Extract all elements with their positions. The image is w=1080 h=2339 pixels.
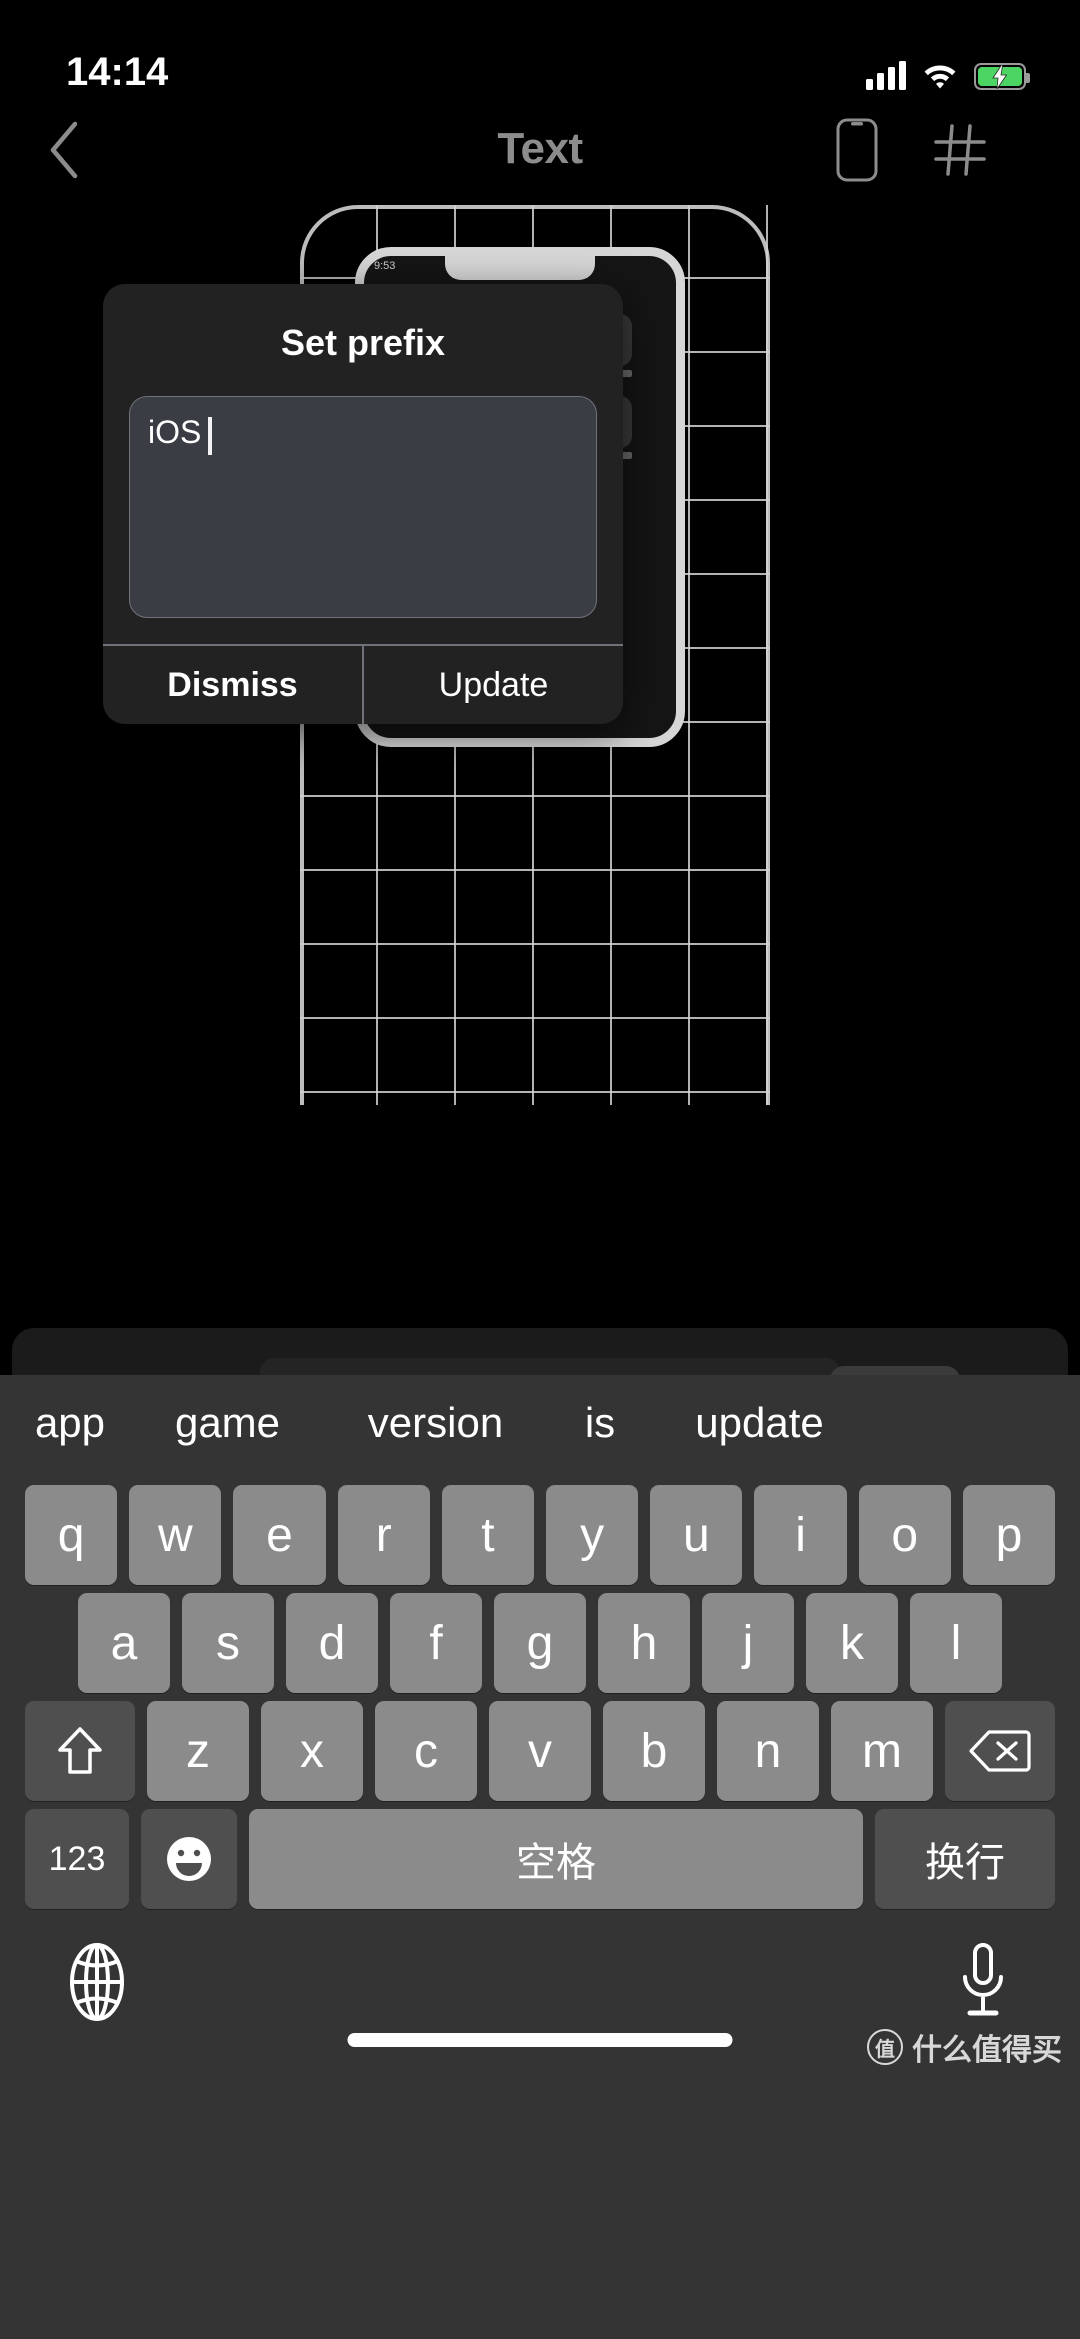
key-q[interactable]: q: [25, 1485, 118, 1585]
return-key[interactable]: 换行: [875, 1809, 1055, 1909]
microphone-dictation-button[interactable]: [938, 1937, 1028, 2027]
phone-screen: 14:14 Text 9:53 Set prefix iOS Dismiss U…: [0, 0, 1080, 2339]
keyboard-row-4: 123 空格 换行: [11, 1807, 1069, 1911]
navigation-bar: Text: [0, 103, 1080, 195]
phone-outline-icon: [836, 118, 878, 182]
status-bar-indicators: [866, 48, 1030, 90]
phone-outline-icon-button[interactable]: [822, 115, 892, 185]
key-l[interactable]: l: [910, 1593, 1002, 1693]
keyboard-row-3: z x c v b n m: [11, 1699, 1069, 1803]
update-button[interactable]: Update: [364, 646, 623, 724]
key-s[interactable]: s: [182, 1593, 274, 1693]
key-r[interactable]: r: [337, 1485, 430, 1585]
keyboard-row-1: q w e r t y u i o p: [11, 1483, 1069, 1587]
key-a[interactable]: a: [78, 1593, 170, 1693]
mockup-notch: [445, 256, 595, 280]
key-z[interactable]: z: [147, 1701, 249, 1801]
key-f[interactable]: f: [390, 1593, 482, 1693]
suggestion-item[interactable]: app: [18, 1375, 122, 1471]
dismiss-button[interactable]: Dismiss: [103, 646, 362, 724]
globe-language-icon: [70, 1943, 124, 2021]
key-w[interactable]: w: [129, 1485, 222, 1585]
key-x[interactable]: x: [261, 1701, 363, 1801]
suggestion-item[interactable]: version: [333, 1375, 538, 1471]
shift-up-arrow-icon: [58, 1727, 102, 1774]
globe-language-button[interactable]: [52, 1937, 142, 2027]
key-d[interactable]: d: [286, 1593, 378, 1693]
prefix-input[interactable]: [130, 397, 596, 617]
battery-charging-icon: [974, 63, 1030, 90]
keyboard-row-2: a s d f g h j k l: [11, 1591, 1069, 1695]
key-t[interactable]: t: [441, 1485, 535, 1585]
text-cursor: [208, 417, 212, 455]
space-key[interactable]: 空格: [249, 1809, 863, 1909]
watermark: 值 什么值得买: [867, 2025, 1062, 2069]
keyboard-suggestion-bar: app game version is update: [0, 1375, 1080, 1471]
key-c[interactable]: c: [375, 1701, 477, 1801]
cellular-bars-icon: [866, 60, 906, 90]
shift-key[interactable]: [25, 1701, 135, 1801]
suggestion-item[interactable]: is: [560, 1375, 640, 1471]
status-bar: 14:14: [0, 0, 1080, 110]
key-u[interactable]: u: [650, 1485, 743, 1585]
key-n[interactable]: n: [717, 1701, 819, 1801]
charging-bolt-icon: [992, 64, 1008, 89]
key-h[interactable]: h: [598, 1593, 690, 1693]
emoji-smiley-icon: [167, 1837, 211, 1881]
wifi-icon: [924, 65, 956, 89]
key-e[interactable]: e: [233, 1485, 326, 1585]
grid-icon: [934, 124, 986, 176]
status-bar-clock: 14:14: [66, 50, 169, 94]
microphone-dictation-icon: [963, 1943, 1003, 2016]
watermark-text: 什么值得买: [912, 2034, 1062, 2067]
keyboard-bottom-bar: 值 什么值得买: [0, 1929, 1080, 2069]
page-title: Text: [497, 124, 583, 173]
set-prefix-dialog: Set prefix Dismiss Update: [103, 284, 623, 724]
emoji-key[interactable]: [141, 1809, 237, 1909]
key-o[interactable]: o: [858, 1485, 951, 1585]
delete-key[interactable]: [945, 1701, 1055, 1801]
suggestion-item[interactable]: game: [140, 1375, 315, 1471]
key-p[interactable]: p: [962, 1485, 1056, 1585]
home-indicator[interactable]: [347, 2033, 733, 2047]
mockup-status-time: 9:53: [374, 260, 396, 272]
key-g[interactable]: g: [494, 1593, 586, 1693]
watermark-logo: 值: [867, 2029, 903, 2065]
backspace-delete-icon: [969, 1730, 1031, 1772]
key-i[interactable]: i: [754, 1485, 847, 1585]
onscreen-keyboard: app game version is update q w e r t y u…: [0, 1375, 1080, 2339]
grid-icon-button[interactable]: [925, 115, 995, 185]
key-b[interactable]: b: [603, 1701, 705, 1801]
key-k[interactable]: k: [806, 1593, 898, 1693]
dialog-title: Set prefix: [280, 322, 446, 363]
numbers-key[interactable]: 123: [25, 1809, 129, 1909]
key-j[interactable]: j: [702, 1593, 794, 1693]
key-m[interactable]: m: [831, 1701, 933, 1801]
prefix-input-container[interactable]: [129, 396, 597, 618]
key-v[interactable]: v: [489, 1701, 591, 1801]
suggestion-item[interactable]: update: [662, 1375, 857, 1471]
key-y[interactable]: y: [546, 1485, 639, 1585]
